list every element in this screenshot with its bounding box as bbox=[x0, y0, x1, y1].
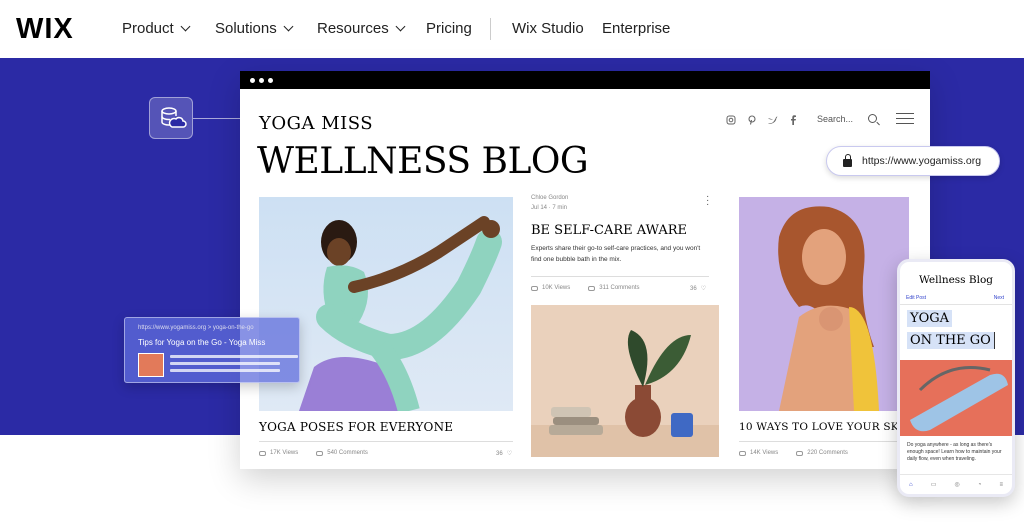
nav-solutions-label: Solutions bbox=[215, 20, 277, 37]
nav-wix-studio[interactable]: Wix Studio bbox=[512, 20, 584, 37]
views-count: 10K Views bbox=[542, 285, 571, 291]
placeholder-line bbox=[170, 355, 298, 358]
result-url: https://www.yogamiss.org > yoga-on-the-g… bbox=[138, 325, 254, 331]
wix-logo[interactable]: WIX bbox=[16, 13, 74, 46]
twitter-icon[interactable] bbox=[767, 115, 778, 125]
mobile-blog-title: Wellness Blog bbox=[918, 274, 994, 286]
skincare-woman-image[interactable] bbox=[739, 197, 909, 411]
post-author[interactable]: Chloe Gordon bbox=[531, 195, 568, 201]
featured-post-title[interactable]: BE SELF-CARE AWARE bbox=[531, 223, 687, 238]
eye-icon bbox=[259, 450, 266, 456]
heart-icon: ♡ bbox=[506, 451, 513, 457]
likes[interactable]: 36 ♡ bbox=[496, 450, 513, 458]
comment-icon bbox=[796, 450, 804, 456]
mobile-post-title-line2[interactable]: ON THE GO bbox=[907, 332, 995, 349]
menu-icon[interactable] bbox=[896, 113, 914, 128]
facebook-icon[interactable] bbox=[789, 115, 797, 125]
eye-icon bbox=[531, 285, 538, 291]
edit-post-button[interactable]: Edit Post bbox=[906, 295, 926, 301]
nav-enterprise[interactable]: Enterprise bbox=[602, 20, 670, 37]
post-stats: 17K Views 540 Comments bbox=[259, 450, 368, 456]
nav-pricing[interactable]: Pricing bbox=[426, 20, 472, 37]
divider bbox=[259, 441, 513, 442]
nav-product-label: Product bbox=[122, 20, 174, 37]
mobile-preview: Wellness Blog Edit Post Next YOGA ON THE… bbox=[897, 259, 1015, 497]
placeholder-line bbox=[170, 362, 280, 365]
featured-post-excerpt: Experts share their go-to self-care prac… bbox=[531, 245, 701, 263]
heart-icon: ♡ bbox=[700, 286, 707, 292]
likes-count: 36 bbox=[496, 450, 503, 457]
nav-pricing-label: Pricing bbox=[426, 20, 472, 37]
search-icon[interactable] bbox=[868, 114, 877, 123]
mobile-tabbar: ⌂ ▭ ◎ ◔ ≡ bbox=[900, 474, 1012, 494]
divider bbox=[739, 441, 909, 442]
placeholder-line bbox=[170, 369, 280, 372]
menu-icon[interactable]: ≡ bbox=[999, 482, 1003, 488]
self-care-still-life-image[interactable] bbox=[531, 305, 719, 457]
search-result-card[interactable]: https://www.yogamiss.org > yoga-on-the-g… bbox=[124, 317, 300, 383]
chevron-down-icon bbox=[180, 21, 191, 32]
post-stats: 14K Views 220 Comments bbox=[739, 450, 848, 456]
instagram-icon[interactable] bbox=[726, 115, 736, 125]
blog-brand-small: YOGA MISS bbox=[259, 113, 374, 134]
comments-count: 311 Comments bbox=[599, 285, 640, 291]
nav-resources-label: Resources bbox=[317, 20, 389, 37]
likes[interactable]: 36 ♡ bbox=[690, 285, 707, 293]
nav-resources[interactable]: Resources bbox=[317, 20, 406, 37]
chevron-down-icon bbox=[283, 21, 294, 32]
nav-wix-studio-label: Wix Studio bbox=[512, 20, 584, 37]
post-stats: 10K Views 311 Comments bbox=[531, 285, 640, 291]
result-thumbnail bbox=[138, 353, 164, 377]
nav-enterprise-label: Enterprise bbox=[602, 20, 671, 37]
next-button[interactable]: Next bbox=[994, 295, 1004, 301]
comments-count: 220 Comments bbox=[807, 450, 848, 456]
top-nav: WIX Product Solutions Resources Pricing … bbox=[0, 0, 1024, 58]
comment-icon bbox=[588, 285, 596, 291]
card-title[interactable]: 10 WAYS TO LOVE YOUR SKIN bbox=[739, 421, 913, 433]
connector-line bbox=[193, 118, 241, 119]
result-title: Tips for Yoga on the Go - Yoga Miss bbox=[138, 338, 266, 347]
nav-product[interactable]: Product bbox=[122, 20, 191, 37]
browser-titlebar bbox=[240, 71, 930, 89]
blog-title: WELLNESS BLOG bbox=[257, 141, 589, 182]
settings-icon[interactable]: ◎ bbox=[954, 481, 959, 488]
divider bbox=[900, 304, 1012, 305]
views-count: 17K Views bbox=[270, 450, 299, 456]
search-input[interactable]: Search... bbox=[817, 114, 853, 124]
views-count: 14K Views bbox=[750, 450, 779, 456]
window-dot bbox=[259, 77, 264, 83]
eye-icon bbox=[739, 450, 746, 456]
site-url: https://www.yogamiss.org bbox=[862, 155, 982, 167]
nav-solutions[interactable]: Solutions bbox=[215, 20, 294, 37]
browser-mockup: YOGA MISS WELLNESS BLOG Search... YOGA P… bbox=[240, 71, 930, 469]
chat-icon[interactable]: ▭ bbox=[931, 481, 937, 488]
likes-count: 36 bbox=[690, 285, 697, 292]
window-dot bbox=[268, 77, 273, 83]
mobile-post-body: Do yoga anywhere - as long as there's en… bbox=[907, 442, 1002, 462]
pinterest-icon[interactable] bbox=[747, 115, 757, 125]
divider bbox=[531, 276, 709, 277]
window-dot bbox=[250, 77, 255, 83]
yoga-mat-image bbox=[900, 360, 1012, 436]
mobile-post-title-line1[interactable]: YOGA bbox=[907, 310, 953, 327]
chevron-down-icon bbox=[395, 21, 406, 32]
site-url-pill[interactable]: https://www.yogamiss.org bbox=[826, 146, 1000, 176]
database-cloud-icon bbox=[149, 97, 193, 139]
comment-icon bbox=[316, 450, 324, 456]
card-title[interactable]: YOGA POSES FOR EVERYONE bbox=[259, 420, 453, 434]
more-options-icon[interactable]: · · · bbox=[706, 192, 709, 210]
notification-icon[interactable]: ◔ bbox=[978, 482, 982, 488]
home-icon[interactable]: ⌂ bbox=[909, 482, 913, 488]
lock-icon bbox=[843, 154, 852, 167]
comments-count: 540 Comments bbox=[327, 450, 368, 456]
post-date: Jul 14 · 7 min bbox=[531, 205, 568, 211]
nav-divider bbox=[490, 18, 491, 40]
